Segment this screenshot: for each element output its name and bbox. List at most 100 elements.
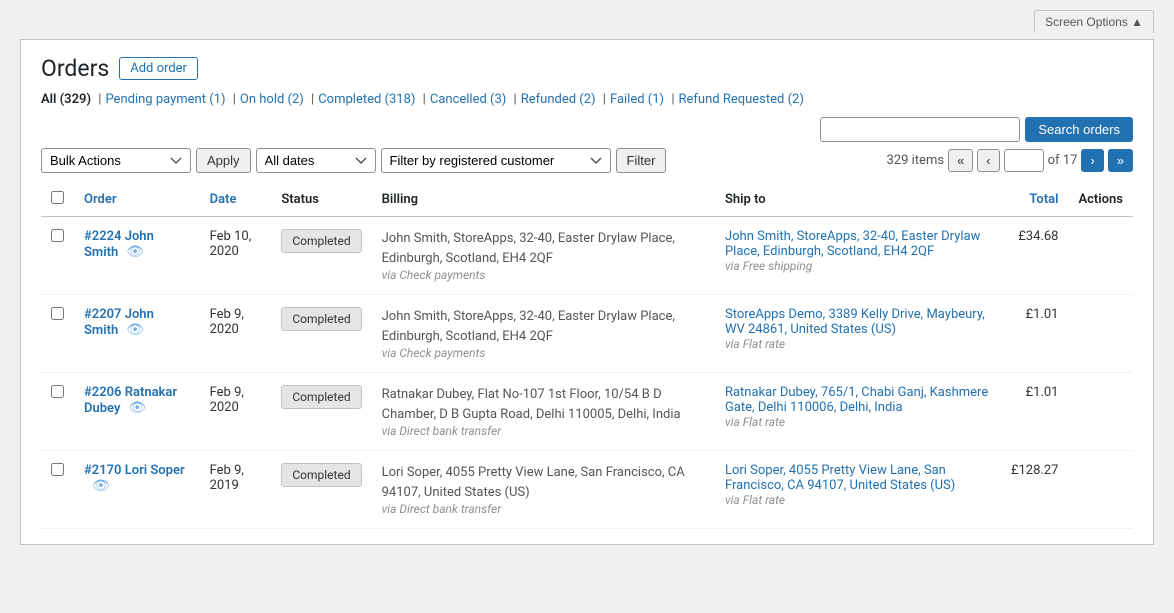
nav-separator: | [308,92,314,107]
prev-page-button[interactable]: ‹ [977,149,999,172]
nav-separator: | [419,92,425,107]
next-page-button[interactable]: › [1081,149,1103,172]
date-cell: Feb 9, 2019 [200,451,272,529]
filter-nav: All (329) | Pending payment (1) | On hol… [41,92,1133,107]
shipto-link[interactable]: John Smith, StoreApps, 32-40, Easter Dry… [725,229,980,259]
date-cell: Feb 9, 2020 [200,373,272,451]
date-cell: Feb 10, 2020 [200,217,272,295]
status-badge: Completed [281,307,361,331]
search-orders-button[interactable]: Search orders [1025,117,1133,142]
filter-nav-pending[interactable]: Pending payment (1) [105,92,225,107]
actions-cell [1068,295,1133,373]
items-count: 329 items [887,153,945,168]
search-input[interactable] [820,117,1020,142]
filter-nav-cancelled[interactable]: Cancelled (3) [430,92,506,107]
view-icon[interactable]: 👁 [126,322,144,338]
screen-options-button[interactable]: Screen Options ▲ [1034,10,1154,33]
status-badge: Completed [281,463,361,487]
row-checkbox-cell [41,295,74,373]
billing-cell: John Smith, StoreApps, 32-40, Easter Dry… [372,217,715,295]
view-icon[interactable]: 👁 [128,400,146,416]
col-header-ship-to[interactable]: Ship to [715,183,1001,217]
nav-separator: | [229,92,235,107]
col-header-status[interactable]: Status [271,183,371,217]
shipto-cell: StoreApps Demo, 3389 Kelly Drive, Maybeu… [715,295,1001,373]
row-checkbox-cell [41,373,74,451]
add-order-button[interactable]: Add order [119,57,198,80]
col-header-date[interactable]: Date [200,183,272,217]
billing-name: Ratnakar Dubey, Flat No-107 1st Floor, 1… [382,385,705,424]
row-checkbox-cell [41,217,74,295]
bulk-actions-select[interactable]: Bulk Actions [41,148,191,173]
table-row: #2170 Lori Soper👁Feb 9, 2019CompletedLor… [41,451,1133,529]
col-header-order[interactable]: Order [74,183,200,217]
filter-nav-completed[interactable]: Completed (318) [318,92,415,107]
order-cell: #2170 Lori Soper👁 [74,451,200,529]
billing-cell: Lori Soper, 4055 Pretty View Lane, San F… [372,451,715,529]
shipto-via: via Flat rate [725,337,991,351]
filter-nav-all[interactable]: All (329) [41,92,91,107]
shipto-link[interactable]: Lori Soper, 4055 Pretty View Lane, San F… [725,463,955,493]
shipto-via: via Flat rate [725,493,991,507]
filter-nav-refunded[interactable]: Refunded (2) [521,92,596,107]
shipto-link[interactable]: Ratnakar Dubey, 765/1, Chabi Ganj, Kashm… [725,385,988,415]
filter-nav-on-hold[interactable]: On hold (2) [240,92,304,107]
view-icon[interactable]: 👁 [126,244,144,260]
billing-cell: John Smith, StoreApps, 32-40, Easter Dry… [372,295,715,373]
page-title: Orders [41,55,109,82]
select-all-checkbox[interactable] [51,191,64,204]
order-link[interactable]: #2170 Lori Soper [84,463,185,478]
current-page-input[interactable]: 1 [1004,149,1044,172]
billing-name: John Smith, StoreApps, 32-40, Easter Dry… [382,229,705,268]
apply-button[interactable]: Apply [196,148,251,173]
filter-button[interactable]: Filter [616,148,667,173]
nav-separator: | [600,92,606,107]
table-row: #2207 John Smith👁Feb 9, 2020CompletedJoh… [41,295,1133,373]
row-checkbox[interactable] [51,385,64,398]
col-header-actions: Actions [1068,183,1133,217]
actions-cell [1068,451,1133,529]
shipto-cell: Lori Soper, 4055 Pretty View Lane, San F… [715,451,1001,529]
order-cell: #2207 John Smith👁 [74,295,200,373]
shipto-via: via Flat rate [725,415,991,429]
table-row: #2206 Ratnakar Dubey👁Feb 9, 2020 Complete… [41,373,1133,451]
shipto-link[interactable]: StoreApps Demo, 3389 Kelly Drive, Maybeu… [725,307,985,337]
view-icon[interactable]: 👁 [92,478,110,494]
billing-name: Lori Soper, 4055 Pretty View Lane, San F… [382,463,705,502]
first-page-button[interactable]: « [948,149,973,172]
filter-nav-failed[interactable]: Failed (1) [610,92,664,107]
last-page-button[interactable]: » [1108,149,1133,172]
status-cell: Completed [271,373,371,451]
total-cell: £1.01 [1001,373,1069,451]
order-cell: #2206 Ratnakar Dubey👁 [74,373,200,451]
nav-separator: | [668,92,674,107]
col-header-total[interactable]: Total [1001,183,1069,217]
row-checkbox-cell [41,451,74,529]
row-checkbox[interactable] [51,307,64,320]
billing-cell: Ratnakar Dubey, Flat No-107 1st Floor, 1… [372,373,715,451]
status-cell: Completed [271,217,371,295]
nav-separator: | [95,92,101,107]
row-checkbox[interactable] [51,463,64,476]
billing-via: via Direct bank transfer [382,502,705,516]
of-pages-label: of 17 [1048,153,1078,168]
status-cell: Completed [271,451,371,529]
row-checkbox[interactable] [51,229,64,242]
total-cell: £1.01 [1001,295,1069,373]
billing-via: via Check payments [382,268,705,282]
status-cell: Completed [271,295,371,373]
total-cell: £128.27 [1001,451,1069,529]
date-filter-select[interactable]: All dates [256,148,376,173]
shipto-via: via Free shipping [725,259,991,273]
status-badge: Completed [281,385,361,409]
billing-via: via Direct bank transfer [382,424,705,438]
shipto-cell: Ratnakar Dubey, 765/1, Chabi Ganj, Kashm… [715,373,1001,451]
actions-cell [1068,217,1133,295]
order-cell: #2224 John Smith👁 [74,217,200,295]
table-row: #2224 John Smith👁Feb 10, 2020Completed Jo… [41,217,1133,295]
customer-filter-select[interactable]: Filter by registered customer [381,148,611,173]
shipto-cell: John Smith, StoreApps, 32-40, Easter Dry… [715,217,1001,295]
filter-nav-refund-requested[interactable]: Refund Requested (2) [679,92,804,107]
col-header-billing[interactable]: Billing [372,183,715,217]
billing-via: via Check payments [382,346,705,360]
